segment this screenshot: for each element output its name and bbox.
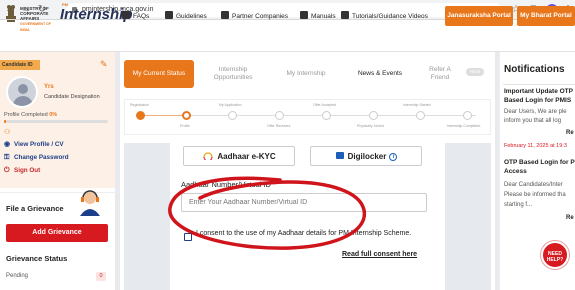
step-label: My Application (219, 103, 242, 107)
grievance-status-title: Grievance Status (6, 254, 68, 263)
step-profile (182, 111, 191, 120)
add-grievance-button[interactable]: Add Grievance (6, 224, 108, 242)
red-annotation-circle (168, 176, 367, 250)
notifications-title: Notifications (504, 64, 565, 75)
view-profile-link[interactable]: ◉ View Profile / CV (4, 140, 64, 150)
step-my-application (228, 111, 237, 120)
step-offer-received (275, 111, 284, 120)
status-stepper (124, 99, 491, 135)
nav-faqs[interactable]: FAQs (122, 11, 149, 23)
tab-my-current-status[interactable]: My Current Status (124, 60, 194, 88)
read-more-link[interactable]: Re (566, 130, 574, 136)
ministry-name: MINISTRY OF CORPORATE AFFAIRS GOVERNMENT… (20, 6, 51, 32)
read-more-link[interactable]: Re (566, 215, 574, 221)
step-registration (136, 111, 145, 120)
notification-date: February 11, 2025 at 19:3 (504, 143, 567, 149)
step-label: Offer Accepted (313, 103, 337, 107)
step-internship-started (416, 111, 425, 120)
candidate-id-badge: Candidate ID (0, 60, 40, 70)
notification-body: starting f... (504, 202, 533, 208)
need-help-button[interactable]: NEED HELP? (541, 241, 569, 269)
profile-progress-fill (4, 120, 7, 123)
grievance-title: File a Grievance (6, 204, 64, 213)
notification-body: Please be informed tha (504, 192, 566, 198)
new-badge: NEW (466, 68, 484, 76)
stepper-line (140, 115, 186, 116)
nav-tutorials[interactable]: Tutorials/Guidance Videos (341, 11, 428, 23)
tab-refer-a-friend[interactable]: Refer A Friend (420, 60, 460, 88)
faq-icon (122, 11, 130, 19)
sign-out-link[interactable]: ⏻ Sign Out (4, 166, 40, 176)
step-label: Profile (180, 124, 190, 128)
tab-news-events[interactable]: News & Events (348, 60, 412, 88)
people-icon: ⚇ (4, 129, 11, 136)
step-label: Offer Received (267, 124, 291, 128)
nav-guidelines[interactable]: Guidelines (165, 11, 207, 23)
nav-manuals[interactable]: Manuals (300, 11, 336, 23)
guidelines-icon (165, 11, 173, 19)
emblem-icon (6, 5, 16, 22)
notification-body: Dear Users, We are ple (504, 109, 567, 115)
tab-my-internship[interactable]: My Internship (276, 60, 336, 88)
digilocker-icon (335, 152, 344, 159)
step-offer-accepted (322, 111, 331, 120)
key-icon: ⚿ (4, 154, 10, 161)
power-icon: ⏻ (4, 167, 10, 174)
notification-title[interactable]: Access (504, 167, 575, 176)
notification-title[interactable]: OTP Based Login for P (504, 158, 575, 167)
tab-internship-opportunities[interactable]: Internship Opportunities (204, 60, 262, 88)
notification-body: inform you that all log (504, 118, 562, 124)
step-label: Physically Joined (357, 124, 384, 128)
step-internship-completed (463, 111, 472, 120)
notification-title[interactable]: Based Login for PMIS (504, 96, 575, 105)
aadhaar-icon (203, 152, 213, 162)
profile-progress-track (4, 120, 108, 123)
pending-count: 0 (96, 272, 106, 281)
step-label: Internship Started (403, 103, 431, 107)
step-label: Registration (130, 103, 149, 107)
pending-label: Pending (6, 273, 29, 279)
companies-icon (221, 11, 229, 19)
step-label: Internship Completed (447, 124, 481, 128)
support-agent-icon (80, 190, 100, 216)
profile-completed-pct: 0% (49, 112, 58, 118)
manuals-icon (300, 11, 308, 19)
eye-icon: ◉ (4, 141, 11, 148)
video-icon (341, 11, 349, 19)
step-physically-joined (369, 111, 378, 120)
avatar (6, 76, 38, 108)
candidate-designation: Candidate Designation (44, 94, 100, 100)
info-icon[interactable]: i (389, 153, 398, 161)
notification-title[interactable]: Important Update OTP (504, 87, 575, 96)
my-bharat-portal-button[interactable]: My Bharat Portal (517, 6, 575, 26)
candidate-name: Yrs (44, 84, 54, 90)
notification-body: Dear Candidates/Inter (504, 182, 563, 188)
divider (503, 84, 575, 85)
change-password-link[interactable]: ⚿ Change Password (4, 153, 69, 163)
edit-icon[interactable]: ✎ (100, 59, 108, 70)
janasuraksha-portal-button[interactable]: Janasuraksha Portal (445, 6, 513, 26)
profile-completed: Profile Completed 0% (4, 112, 58, 118)
aadhaar-ekyc-button[interactable]: Aadhaar e-KYC (183, 146, 295, 166)
nav-partner-companies[interactable]: Partner Companies (221, 11, 288, 23)
digilocker-button[interactable]: Digilocker i (310, 146, 422, 166)
